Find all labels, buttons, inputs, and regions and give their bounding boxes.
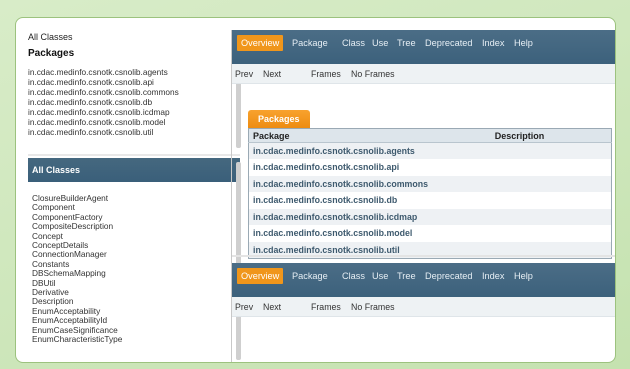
frames-link-bottom[interactable]: Frames <box>311 302 341 312</box>
nav-help-bottom[interactable]: Help <box>514 271 533 281</box>
no-frames-link-bottom[interactable]: No Frames <box>351 302 395 312</box>
package-link-util[interactable]: in.cdac.medinfo.csnotk.csnolib.util <box>28 127 236 137</box>
package-list: in.cdac.medinfo.csnotk.csnolib.agents in… <box>28 67 236 137</box>
all-classes-link[interactable]: All Classes <box>28 32 236 42</box>
package-link-icdmap[interactable]: in.cdac.medinfo.csnotk.csnolib.icdmap <box>28 107 236 117</box>
nav-package-bottom[interactable]: Package <box>292 271 328 281</box>
frames-link[interactable]: Frames <box>311 69 341 79</box>
next-link[interactable]: Next <box>263 69 281 79</box>
column-header-package: Package <box>248 128 428 143</box>
package-cell[interactable]: in.cdac.medinfo.csnotk.csnolib.db <box>248 192 428 209</box>
section-divider <box>232 255 615 257</box>
packages-tab: Packages <box>248 110 310 129</box>
package-link-commons[interactable]: in.cdac.medinfo.csnotk.csnolib.commons <box>28 87 236 97</box>
package-cell[interactable]: in.cdac.medinfo.csnotk.csnolib.icdmap <box>248 208 428 225</box>
table-row: in.cdac.medinfo.csnotk.csnolib.icdmap <box>248 208 612 225</box>
packages-heading: Packages <box>28 48 75 59</box>
next-link-bottom[interactable]: Next <box>263 302 281 312</box>
nav-overview-bottom[interactable]: Overview <box>237 268 284 284</box>
nav-deprecated-bottom[interactable]: Deprecated <box>425 271 473 281</box>
table-row: in.cdac.medinfo.csnotk.csnolib.api <box>248 159 612 176</box>
column-header-description: Description <box>428 128 612 143</box>
table-row: in.cdac.medinfo.csnotk.csnolib.db <box>248 192 612 209</box>
nav-overview[interactable]: Overview <box>237 35 284 51</box>
top-navbar: Overview Package Class Use Tree Deprecat… <box>232 30 615 64</box>
nav-tree[interactable]: Tree <box>397 38 416 48</box>
nav-use-bottom[interactable]: Use <box>372 271 388 281</box>
nav-class-bottom[interactable]: Class <box>342 271 365 281</box>
class-link[interactable]: CompositeDescription <box>32 221 240 231</box>
nav-help[interactable]: Help <box>514 38 533 48</box>
bottom-navbar: Overview Package Class Use Tree Deprecat… <box>232 263 615 297</box>
sub-navbar: Prev Next Frames No Frames <box>232 64 615 84</box>
package-cell[interactable]: in.cdac.medinfo.csnotk.csnolib.model <box>248 225 428 242</box>
class-link[interactable]: EnumCharacteristicType <box>32 334 240 344</box>
package-link-agents[interactable]: in.cdac.medinfo.csnotk.csnolib.agents <box>28 67 236 77</box>
package-link-model[interactable]: in.cdac.medinfo.csnotk.csnolib.model <box>28 117 236 127</box>
prev-link-bottom[interactable]: Prev <box>235 302 253 312</box>
nav-class[interactable]: Class <box>342 38 365 48</box>
table-row: in.cdac.medinfo.csnotk.csnolib.model <box>248 225 612 242</box>
package-cell[interactable]: in.cdac.medinfo.csnotk.csnolib.api <box>248 159 428 176</box>
package-link-api[interactable]: in.cdac.medinfo.csnotk.csnolib.api <box>28 77 236 87</box>
no-frames-link[interactable]: No Frames <box>351 69 395 79</box>
packages-frame: All Classes Packages in.cdac.medinfo.csn… <box>28 32 236 168</box>
nav-index-bottom[interactable]: Index <box>482 271 504 281</box>
package-cell[interactable]: in.cdac.medinfo.csnotk.csnolib.commons <box>248 175 428 192</box>
table-row: in.cdac.medinfo.csnotk.csnolib.agents <box>248 142 612 159</box>
all-classes-heading: All Classes <box>28 158 240 182</box>
table-row: in.cdac.medinfo.csnotk.csnolib.commons <box>248 175 612 192</box>
class-link[interactable]: DBSchemaMapping <box>32 268 240 278</box>
sub-navbar-bottom: Prev Next Frames No Frames <box>232 297 615 317</box>
prev-link[interactable]: Prev <box>235 69 253 79</box>
content-frame: Overview Package Class Use Tree Deprecat… <box>231 30 615 362</box>
class-list: ClosureBuilderAgent Component ComponentF… <box>28 182 240 345</box>
javadoc-window: All Classes Packages in.cdac.medinfo.csn… <box>15 17 616 363</box>
package-cell[interactable]: in.cdac.medinfo.csnotk.csnolib.agents <box>248 142 428 159</box>
all-classes-frame: All Classes ClosureBuilderAgent Componen… <box>28 158 240 362</box>
nav-package[interactable]: Package <box>292 38 328 48</box>
nav-deprecated[interactable]: Deprecated <box>425 38 473 48</box>
nav-tree-bottom[interactable]: Tree <box>397 271 416 281</box>
frame-splitter[interactable] <box>28 154 240 156</box>
nav-use[interactable]: Use <box>372 38 388 48</box>
package-link-db[interactable]: in.cdac.medinfo.csnotk.csnolib.db <box>28 97 236 107</box>
packages-table: Package Description in.cdac.medinfo.csno… <box>248 128 612 259</box>
nav-index[interactable]: Index <box>482 38 504 48</box>
